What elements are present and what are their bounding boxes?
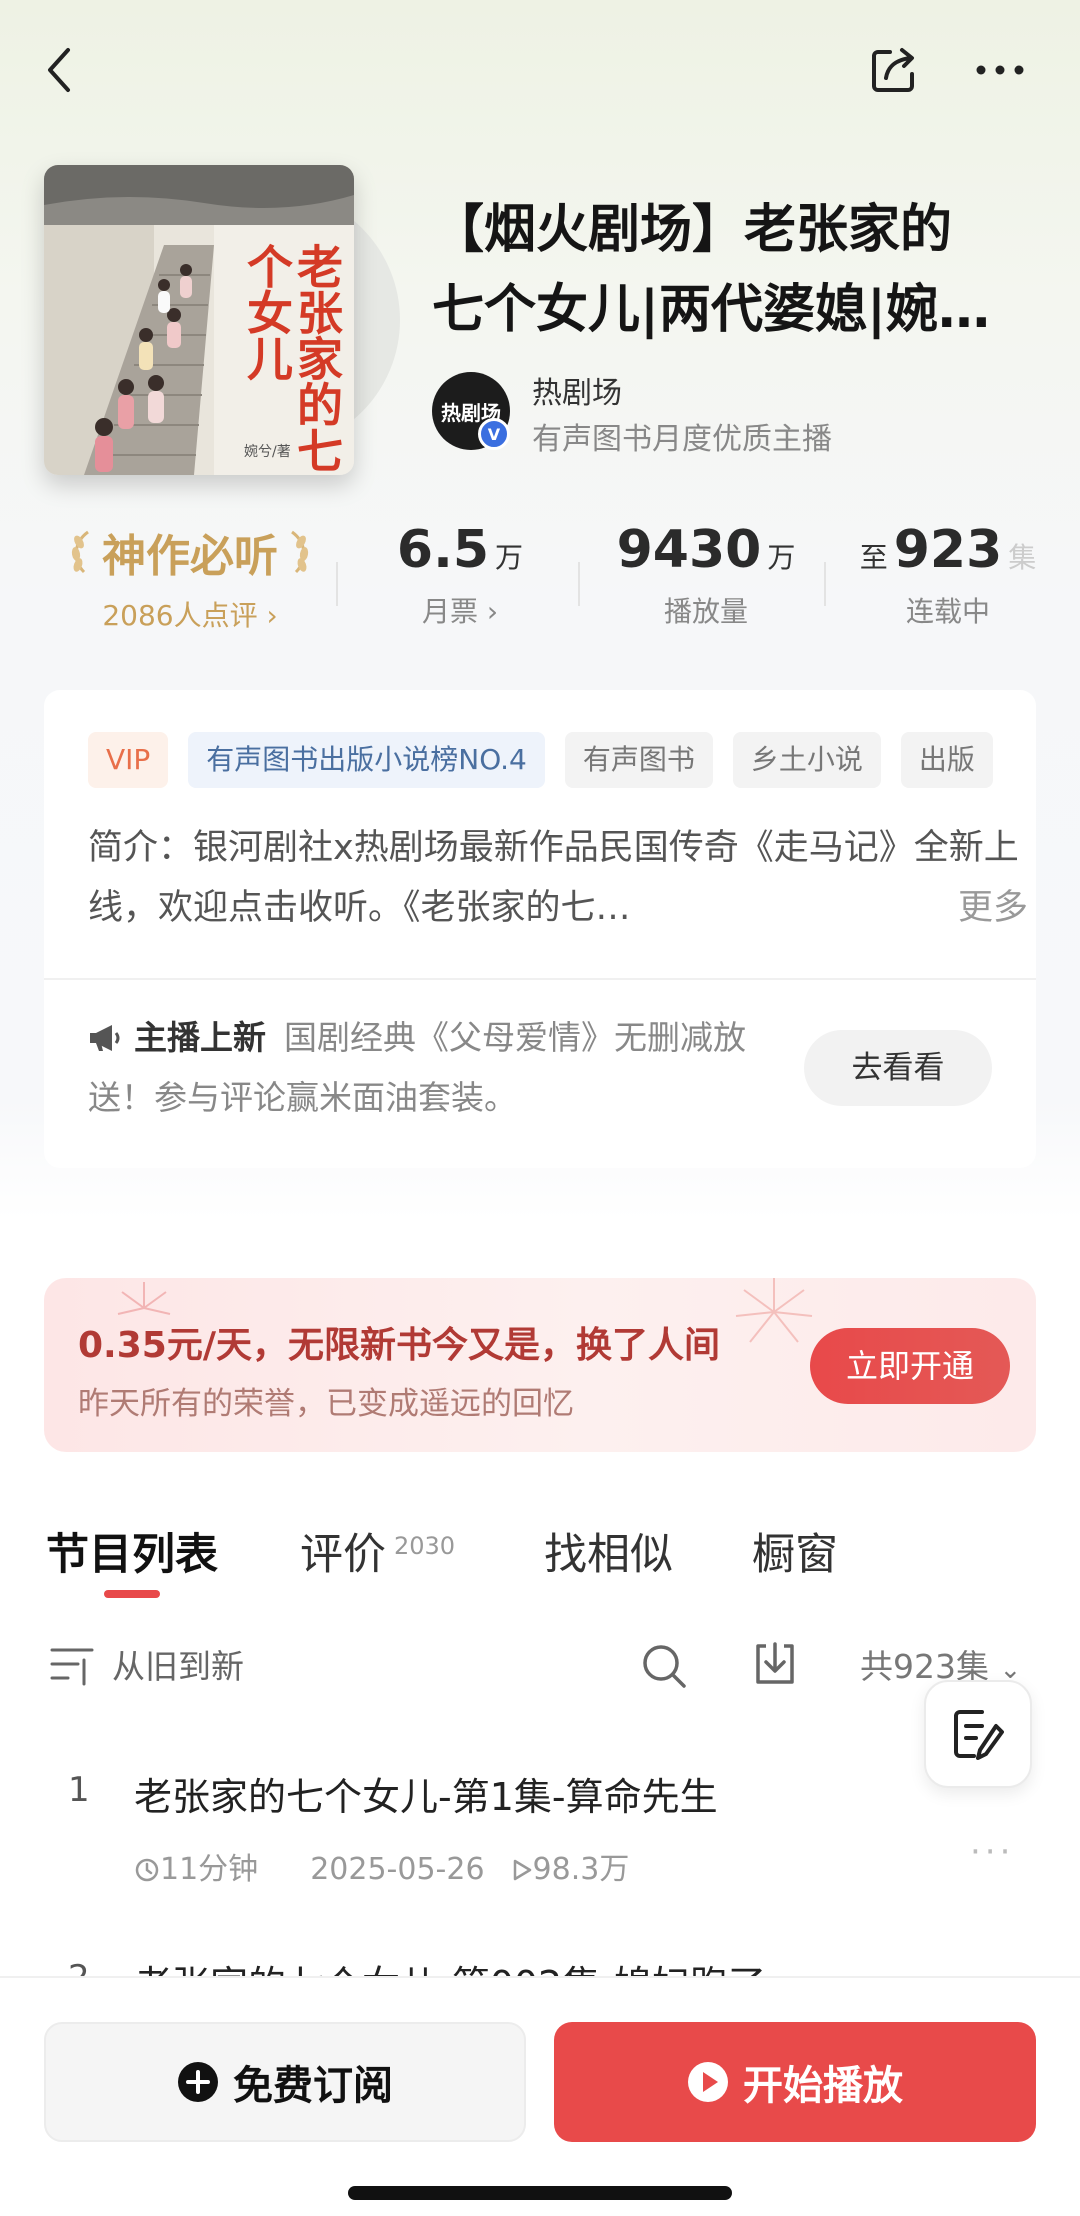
vip-promo-banner[interactable]: 0.35元/天，无限新书今又是，换了人间 昨天所有的荣誉，已变成遥远的回忆 立即…: [44, 1278, 1036, 1452]
edit-note-icon: [954, 1710, 1004, 1760]
anchor-notice: 主播上新 国剧经典《父母爱情》无删减放送！参与评论赢米面油套装。: [88, 1008, 768, 1128]
promo-title: 0.35元/天，无限新书今又是，换了人间: [78, 1325, 720, 1366]
stat-divider: [824, 562, 826, 606]
plus-circle-icon: [178, 2062, 218, 2102]
tab-showcase[interactable]: 橱窗: [752, 1520, 838, 1582]
top-bar: [0, 30, 1080, 130]
tickets-label: 月票: [421, 595, 478, 628]
album-cover[interactable]: 老张家的七个女儿 婉兮/著: [44, 165, 354, 475]
bottom-action-bar: 免费订阅 开始播放: [0, 1976, 1080, 2216]
stat-divider: [336, 562, 338, 606]
chevron-left-icon: [48, 48, 70, 92]
tickets-stat[interactable]: 6.5 万 月票 ›: [360, 520, 560, 630]
laurel-left-icon: [71, 530, 89, 574]
firework-decoration-icon: [735, 1278, 813, 1343]
episode-plays: 98.3万: [532, 1852, 630, 1887]
episode-row[interactable]: 1 老张家的七个女儿-第1集-算命先生 11分钟 2025-05-26 98.3万 …: [0, 1760, 1080, 1900]
active-tab-indicator: [104, 1590, 160, 1598]
chevron-right-icon: ›: [486, 595, 499, 628]
episode-title: 老张家的七个女儿-第1集-算命先生: [134, 1775, 718, 1819]
tab-label: 评价: [300, 1530, 386, 1580]
episode-duration: 11分钟: [160, 1852, 259, 1887]
intro-text[interactable]: 简介：银河剧社x热剧场最新作品民国传奇《走马记》全新上线，欢迎点击收听。《老张家…: [88, 818, 1028, 938]
tab-reviews[interactable]: 评价 2030: [300, 1520, 455, 1582]
subscribe-label: 免费订阅: [233, 2063, 393, 2109]
rating-title: 神作必听: [102, 531, 278, 582]
tag-publish[interactable]: 出版: [900, 732, 993, 788]
play-count-icon: [513, 1859, 531, 1881]
intro-more-link[interactable]: 更多: [939, 878, 1028, 938]
tag-category[interactable]: 有声图书: [564, 732, 713, 788]
plays-value: 9430: [616, 520, 762, 580]
home-indicator: [348, 2186, 732, 2200]
tickets-unit: 万: [495, 541, 524, 574]
stats-row: 神作必听 2086人点评 › 6.5 万 月票 › 9430 万 播放量 至 923 集…: [0, 520, 1080, 650]
play-label: 开始播放: [743, 2063, 903, 2109]
cover-author: 婉兮/著: [244, 444, 291, 460]
tickets-value: 6.5: [396, 520, 490, 580]
rating-stat[interactable]: 神作必听 2086人点评 ›: [60, 520, 320, 634]
sort-bar: 从旧到新 共923集 ⌄: [0, 1630, 1080, 1700]
goto-button[interactable]: 去看看: [804, 1030, 992, 1106]
megaphone-icon: [90, 1025, 120, 1051]
download-icon[interactable]: [752, 1640, 798, 1688]
tab-similar[interactable]: 找相似: [544, 1520, 673, 1582]
rating-count: 2086人点评: [102, 599, 258, 632]
activate-button[interactable]: 立即开通: [810, 1328, 1010, 1404]
card-divider: [44, 978, 1036, 980]
sort-order-button[interactable]: 从旧到新: [112, 1640, 244, 1688]
share-button[interactable]: [854, 30, 934, 110]
sort-icon[interactable]: [48, 1644, 96, 1688]
episode-date: 2025-05-26: [310, 1852, 485, 1887]
laurel-right-icon: [291, 530, 309, 574]
album-title-line2: 七个女儿|两代婆媳|婉…: [432, 280, 990, 340]
verified-badge-icon: V: [478, 418, 510, 450]
review-count: 2030: [394, 1531, 456, 1560]
episode-meta: 11分钟 2025-05-26 98.3万: [134, 1844, 681, 1888]
notice-label: 主播上新: [134, 1018, 266, 1057]
episodes-unit: 集: [1008, 541, 1037, 574]
episodes-stat: 至 923 集 连载中: [848, 520, 1048, 630]
subscribe-button[interactable]: 免费订阅: [44, 2022, 526, 2142]
episodes-label: 连载中: [905, 595, 990, 628]
stat-divider: [578, 562, 580, 606]
intro-body: 简介：银河剧社x热剧场最新作品民国传奇《走马记》全新上线，欢迎点击收听。《老张家…: [88, 828, 1019, 928]
more-horizontal-icon: [976, 65, 1024, 75]
info-card: VIP 有声图书出版小说榜NO.4 有声图书 乡土小说 出版 简介：银河剧社x热剧场最新…: [44, 690, 1036, 1168]
play-circle-icon: [688, 2062, 728, 2102]
tag-ranking[interactable]: 有声图书出版小说榜NO.4: [188, 732, 545, 788]
episodes-prefix: 至: [859, 541, 888, 574]
episode-number: 1: [68, 1770, 90, 1810]
tab-label: 找相似: [544, 1530, 673, 1580]
chevron-right-icon: ›: [266, 599, 278, 632]
start-play-button[interactable]: 开始播放: [554, 2022, 1036, 2142]
anchor-name[interactable]: 热剧场: [532, 368, 622, 412]
tab-bar: 节目列表 评价 2030 找相似 橱窗: [0, 1510, 1080, 1610]
tab-label: 节目列表: [46, 1530, 218, 1580]
plays-stat: 9430 万 播放量: [596, 520, 816, 630]
clock-icon: [135, 1858, 159, 1882]
tab-program-list[interactable]: 节目列表: [46, 1520, 218, 1582]
search-icon[interactable]: [640, 1642, 688, 1690]
tag-list: VIP 有声图书出版小说榜NO.4 有声图书 乡土小说 出版: [88, 732, 1036, 790]
tag-genre[interactable]: 乡土小说: [732, 732, 881, 788]
album-title: 【烟火剧场】老张家的 七个女儿|两代婆媳|婉…: [432, 190, 1032, 350]
share-icon: [872, 48, 914, 92]
promo-subtitle: 昨天所有的荣誉，已变成遥远的回忆: [78, 1386, 574, 1422]
tab-label: 橱窗: [752, 1530, 838, 1580]
plays-label: 播放量: [663, 595, 748, 628]
more-options-button[interactable]: [960, 30, 1040, 110]
plays-unit: 万: [767, 541, 796, 574]
tag-vip[interactable]: VIP: [88, 732, 169, 788]
album-title-line1: 【烟火剧场】老张家的: [432, 200, 953, 260]
episodes-value: 923: [893, 520, 1003, 580]
episode-more-button[interactable]: ···: [970, 1832, 1014, 1872]
anchor-subtitle: 有声图书月度优质主播: [532, 422, 832, 457]
back-button[interactable]: [20, 30, 100, 110]
